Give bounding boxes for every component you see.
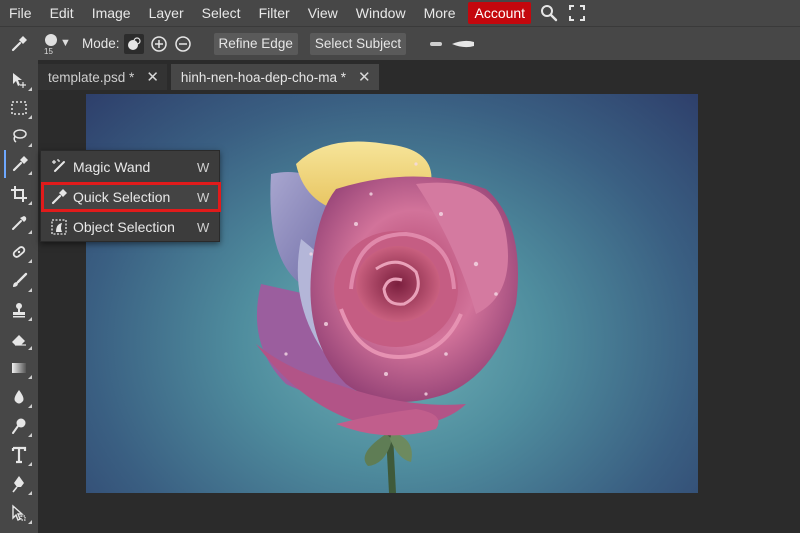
account-button[interactable]: Account bbox=[468, 2, 532, 24]
menu-item-label: Magic Wand bbox=[73, 159, 151, 175]
menu-item-magic-wand[interactable]: Magic Wand W bbox=[41, 152, 221, 182]
quick-selection-tool[interactable] bbox=[4, 150, 34, 178]
menu-view[interactable]: View bbox=[299, 0, 347, 26]
menu-more[interactable]: More bbox=[415, 0, 465, 26]
shortcut-key: W bbox=[197, 189, 210, 205]
close-icon[interactable]: ✕ bbox=[358, 68, 371, 86]
shortcut-key: W bbox=[197, 219, 210, 235]
brush-size-value: 15 bbox=[44, 46, 53, 56]
hardness-slider-icon[interactable] bbox=[430, 39, 476, 49]
menu-item-label: Quick Selection bbox=[73, 189, 171, 205]
quick-selection-icon bbox=[12, 156, 28, 172]
brush-tool[interactable] bbox=[4, 267, 34, 295]
stamp-icon bbox=[13, 303, 25, 318]
tab-template[interactable]: template.psd * ✕ bbox=[38, 64, 167, 90]
fullscreen-icon[interactable] bbox=[563, 0, 591, 26]
select-subject-button[interactable]: Select Subject bbox=[309, 32, 407, 55]
rect-marquee-icon bbox=[11, 101, 27, 115]
eyedropper-tool[interactable] bbox=[4, 209, 34, 237]
mode-label: Mode: bbox=[82, 36, 120, 51]
brush-size-picker[interactable]: 15 ▼ bbox=[40, 29, 71, 59]
eyedropper-icon bbox=[12, 216, 27, 230]
tools-panel bbox=[0, 60, 38, 533]
tab-title: hinh-nen-hoa-dep-cho-ma * bbox=[180, 69, 346, 85]
shortcut-key: W bbox=[197, 159, 210, 175]
tab-title: template.psd * bbox=[48, 69, 135, 85]
marquee-tool[interactable] bbox=[4, 94, 34, 122]
menu-layer[interactable]: Layer bbox=[140, 0, 193, 26]
document-tabs: template.psd * ✕ hinh-nen-hoa-dep-cho-ma… bbox=[38, 64, 383, 90]
eraser-icon bbox=[12, 335, 26, 346]
mode-subtract-icon[interactable] bbox=[174, 35, 192, 53]
dodge-tool[interactable] bbox=[4, 412, 34, 440]
menu-item-quick-selection[interactable]: Quick Selection W bbox=[41, 182, 221, 212]
pen-tool[interactable] bbox=[4, 470, 34, 498]
drop-icon bbox=[14, 390, 24, 404]
crop-tool[interactable] bbox=[4, 180, 34, 208]
healing-tool[interactable] bbox=[4, 238, 34, 266]
menu-filter[interactable]: Filter bbox=[250, 0, 299, 26]
clone-stamp-tool[interactable] bbox=[4, 296, 34, 324]
bandage-icon bbox=[12, 246, 26, 258]
mode-add-icon[interactable] bbox=[150, 35, 168, 53]
menu-image[interactable]: Image bbox=[83, 0, 140, 26]
brush-preview-icon bbox=[45, 33, 57, 46]
options-bar: 15 ▼ Mode: Refine Edge Select Subject bbox=[0, 26, 800, 60]
brush-icon bbox=[13, 272, 28, 287]
quick-selection-icon bbox=[47, 187, 71, 207]
menu-item-label: Object Selection bbox=[73, 219, 175, 235]
object-selection-icon bbox=[47, 217, 71, 237]
path-select-tool[interactable] bbox=[4, 499, 34, 527]
move-icon bbox=[13, 73, 26, 88]
tab-hinh-nen[interactable]: hinh-nen-hoa-dep-cho-ma * ✕ bbox=[170, 64, 379, 90]
blur-tool[interactable] bbox=[4, 383, 34, 411]
menu-window[interactable]: Window bbox=[347, 0, 415, 26]
quick-selection-tool-icon bbox=[0, 35, 38, 53]
chevron-down-icon: ▼ bbox=[60, 36, 71, 49]
dodge-icon bbox=[12, 418, 26, 434]
menu-file[interactable]: File bbox=[0, 0, 41, 26]
refine-edge-button[interactable]: Refine Edge bbox=[213, 32, 298, 55]
mode-new-icon[interactable] bbox=[123, 33, 144, 54]
path-select-icon bbox=[12, 504, 26, 521]
menu-bar: File Edit Image Layer Select Filter View… bbox=[0, 0, 800, 26]
lasso-tool[interactable] bbox=[4, 122, 34, 150]
magic-wand-icon bbox=[47, 157, 71, 177]
search-icon[interactable] bbox=[535, 0, 563, 26]
menu-select[interactable]: Select bbox=[193, 0, 250, 26]
menu-item-object-selection[interactable]: Object Selection W bbox=[41, 212, 221, 242]
gradient-icon bbox=[12, 363, 26, 373]
gradient-tool[interactable] bbox=[4, 354, 34, 382]
move-tool[interactable] bbox=[4, 66, 34, 94]
crop-icon bbox=[11, 186, 27, 202]
menu-edit[interactable]: Edit bbox=[41, 0, 83, 26]
type-tool[interactable] bbox=[4, 441, 34, 469]
selection-tool-flyout: Magic Wand W Quick Selection W Object Se… bbox=[40, 150, 221, 242]
eraser-tool[interactable] bbox=[4, 325, 34, 353]
type-icon bbox=[11, 446, 27, 464]
close-icon[interactable]: ✕ bbox=[146, 68, 159, 86]
lasso-icon bbox=[13, 129, 27, 143]
pen-icon bbox=[12, 476, 24, 493]
